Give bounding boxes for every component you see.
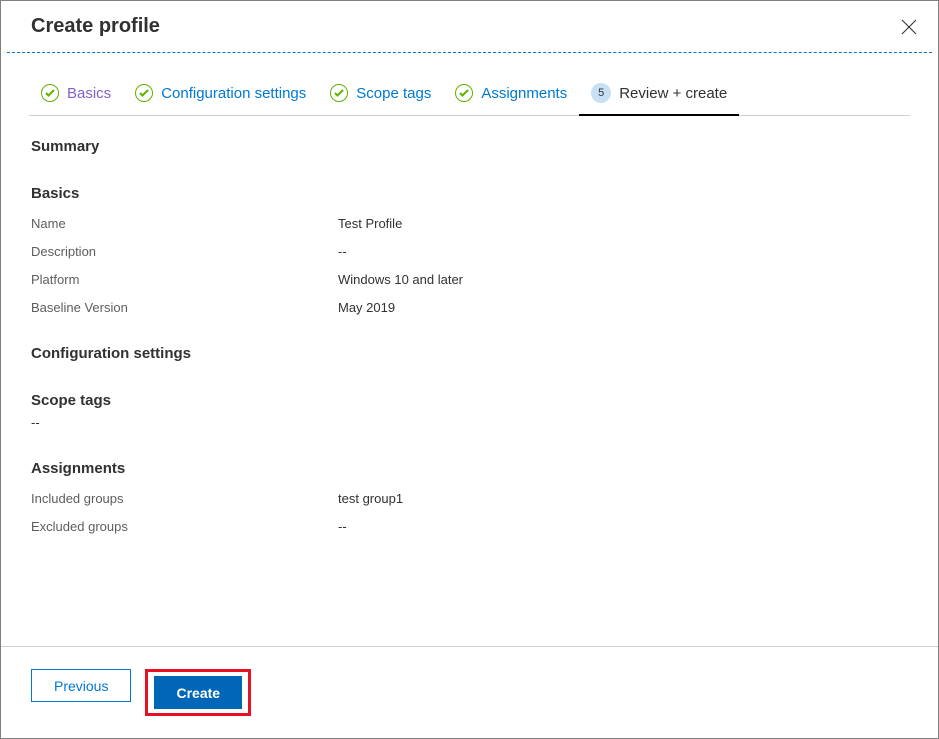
create-highlight: Create (145, 669, 251, 716)
assignments-row: Excluded groups -- (31, 519, 908, 534)
field-label: Baseline Version (31, 300, 338, 315)
basics-row: Baseline Version May 2019 (31, 300, 908, 315)
field-label: Included groups (31, 491, 338, 506)
check-icon (455, 84, 473, 102)
content-area: Summary Basics Name Test Profile Descrip… (1, 116, 938, 673)
divider-dashed (7, 52, 932, 53)
field-value: May 2019 (338, 300, 395, 315)
page-title: Create profile (31, 15, 160, 38)
field-value: -- (338, 519, 347, 534)
create-button[interactable]: Create (154, 676, 242, 709)
wizard-footer: Previous Create (1, 646, 938, 738)
tab-configuration[interactable]: Configuration settings (123, 84, 318, 114)
wizard-tabs: Basics Configuration settings Scope tags… (29, 83, 910, 116)
summary-heading: Summary (31, 138, 908, 155)
basics-row: Name Test Profile (31, 216, 908, 231)
field-label: Platform (31, 272, 338, 287)
field-label: Description (31, 244, 338, 259)
check-icon (41, 84, 59, 102)
tab-basics[interactable]: Basics (29, 84, 123, 114)
check-icon (135, 84, 153, 102)
assignments-row: Included groups test group1 (31, 491, 908, 506)
tab-scope-tags[interactable]: Scope tags (318, 84, 443, 114)
basics-row: Platform Windows 10 and later (31, 272, 908, 287)
tab-label: Scope tags (356, 85, 431, 102)
scope-heading: Scope tags (31, 392, 908, 409)
check-icon (330, 84, 348, 102)
assignments-heading: Assignments (31, 460, 908, 477)
tab-label: Assignments (481, 85, 567, 102)
field-label: Name (31, 216, 338, 231)
field-label: Excluded groups (31, 519, 338, 534)
config-heading: Configuration settings (31, 345, 908, 362)
scope-value: -- (31, 415, 908, 430)
previous-button[interactable]: Previous (31, 669, 131, 702)
tab-label: Configuration settings (161, 85, 306, 102)
tab-label: Review + create (619, 85, 727, 102)
tab-assignments[interactable]: Assignments (443, 84, 579, 114)
close-icon (901, 19, 917, 35)
field-value: Test Profile (338, 216, 402, 231)
tab-label: Basics (67, 85, 111, 102)
step-number-badge: 5 (591, 83, 611, 103)
basics-row: Description -- (31, 244, 908, 259)
field-value: test group1 (338, 491, 403, 506)
basics-heading: Basics (31, 185, 908, 202)
field-value: -- (338, 244, 347, 259)
tab-review-create[interactable]: 5 Review + create (579, 83, 739, 115)
close-button[interactable] (900, 18, 918, 36)
field-value: Windows 10 and later (338, 272, 463, 287)
